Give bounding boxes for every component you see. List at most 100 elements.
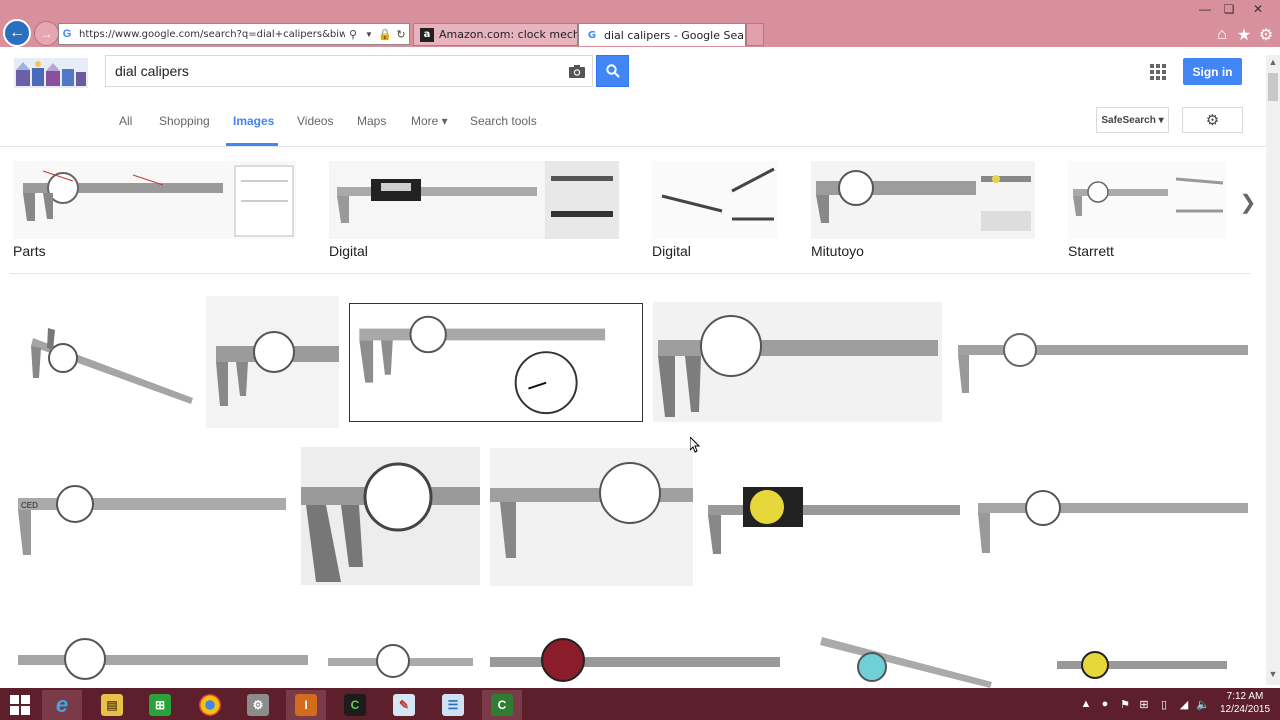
amazon-icon: a (420, 27, 434, 42)
url-text[interactable]: https://www.google.com/search?q=dial+cal… (75, 29, 345, 40)
related-label-mitutoyo[interactable]: Mitutoyo (811, 243, 864, 259)
image-result[interactable] (13, 288, 196, 436)
google-doodle-logo[interactable] (14, 58, 88, 88)
windows-start-icon[interactable] (0, 690, 40, 720)
image-result[interactable]: CED (13, 470, 289, 563)
new-tab-button[interactable] (746, 23, 764, 46)
starrett-caliper-image (1068, 161, 1226, 239)
yellow-dial-caliper-image (703, 459, 963, 575)
file-explorer-icon[interactable]: ▤ (92, 690, 132, 720)
image-result[interactable] (490, 448, 693, 586)
tab-search-tools[interactable]: Search tools (463, 114, 553, 146)
pro-app-icon[interactable]: I (286, 690, 326, 720)
page-scrollbar[interactable]: ▲ ▼ (1266, 55, 1280, 685)
clock-time: 7:12 AM (1226, 691, 1264, 702)
signal-icon[interactable]: ◢ (1177, 697, 1191, 711)
tab-title: dial calipers - Google Search (604, 28, 746, 42)
google-icon: G (587, 29, 597, 41)
tab-shopping[interactable]: Shopping (152, 114, 226, 146)
related-thumb-starrett[interactable] (1068, 161, 1226, 239)
image-result[interactable] (953, 318, 1252, 407)
search-icon[interactable]: ⚲ (345, 26, 361, 42)
settings-gear-icon[interactable]: ⚙ (1256, 25, 1276, 45)
related-label-parts[interactable]: Parts (13, 243, 46, 259)
refresh-icon[interactable]: ↻ (393, 26, 409, 42)
c-app-2-icon[interactable]: C (482, 690, 522, 720)
related-thumb-digital-2[interactable] (652, 161, 777, 239)
back-button[interactable]: ← (3, 19, 31, 47)
gear-icon: ⚙ (1205, 112, 1220, 129)
yellow-dial-caliper-image (1047, 597, 1234, 688)
battery-icon[interactable]: ▯ (1157, 697, 1171, 711)
scroll-down-icon[interactable]: ▼ (1266, 667, 1280, 681)
camera-icon[interactable] (562, 64, 592, 78)
utility-icon[interactable]: ⚙ (238, 690, 278, 720)
sign-in-button[interactable]: Sign in (1183, 58, 1242, 85)
image-result[interactable] (323, 630, 475, 688)
c-app-icon[interactable]: C (335, 690, 375, 720)
dial-caliper-image (323, 630, 475, 688)
arrow-left-icon: ← (9, 24, 25, 41)
chevron-right-icon[interactable]: ❯ (1238, 190, 1258, 214)
tray-expand-icon[interactable]: ▲ (1079, 697, 1093, 711)
image-result[interactable] (206, 296, 339, 428)
related-thumb-digital-1[interactable] (329, 161, 619, 239)
image-result[interactable] (13, 627, 312, 688)
svg-text:CED: CED (21, 501, 38, 510)
browser-tab-amazon[interactable]: a Amazon.com: clock mechanism (413, 23, 578, 46)
search-box[interactable]: dial calipers (105, 55, 593, 87)
image-result[interactable] (653, 302, 942, 422)
image-settings-button[interactable]: ⚙ (1182, 107, 1243, 133)
chrome-icon[interactable] (190, 690, 230, 720)
mitutoyo-caliper-image (811, 161, 1035, 239)
flag-icon[interactable]: ⚑ (1118, 697, 1132, 711)
volume-icon[interactable]: 🔈 (1196, 697, 1210, 711)
image-result[interactable] (485, 627, 783, 688)
related-label-digital-1[interactable]: Digital (329, 243, 368, 259)
search-query-input[interactable]: dial calipers (106, 63, 562, 79)
image-result[interactable] (301, 447, 480, 585)
favorites-star-icon[interactable]: ★ (1234, 25, 1254, 45)
teal-dial-caliper-image (812, 597, 999, 688)
related-thumb-mitutoyo[interactable] (811, 161, 1035, 239)
close-window-button[interactable]: ✕ (1243, 0, 1273, 18)
dial-caliper-image (953, 318, 1252, 407)
image-result[interactable] (973, 475, 1252, 559)
related-label-digital-2[interactable]: Digital (652, 243, 691, 259)
related-thumb-parts[interactable] (13, 161, 296, 239)
dial-caliper-image (973, 475, 1252, 559)
internet-explorer-icon[interactable]: e (42, 690, 82, 720)
apps-grid-icon[interactable] (1150, 64, 1166, 80)
tab-all[interactable]: All (112, 114, 152, 146)
image-result[interactable] (703, 459, 963, 575)
notepad-icon[interactable]: ☰ (433, 690, 473, 720)
dropdown-icon[interactable]: ▼ (361, 26, 377, 42)
safesearch-button[interactable]: SafeSearch ▾ (1096, 107, 1169, 133)
store-icon[interactable]: ⊞ (140, 690, 180, 720)
scroll-thumb[interactable] (1268, 73, 1278, 101)
related-label-starrett[interactable]: Starrett (1068, 243, 1114, 259)
tab-maps[interactable]: Maps (350, 114, 404, 146)
home-icon[interactable]: ⌂ (1212, 25, 1232, 45)
chrome-tray-icon[interactable]: ● (1098, 697, 1112, 711)
image-result[interactable] (812, 597, 999, 688)
dial-caliper-image (13, 627, 312, 688)
lock-icon[interactable]: 🔒 (377, 26, 393, 42)
paint-icon[interactable]: ✎ (384, 690, 424, 720)
restore-button[interactable]: ❏ (1214, 0, 1244, 18)
image-result-selected[interactable] (349, 303, 643, 422)
address-bar[interactable]: G https://www.google.com/search?q=dial+c… (58, 23, 410, 45)
forward-button[interactable]: → (34, 21, 59, 46)
tab-title: Amazon.com: clock mechanism (439, 28, 578, 41)
tab-videos[interactable]: Videos (290, 114, 350, 146)
scroll-up-icon[interactable]: ▲ (1266, 55, 1280, 69)
windows-tray-icon[interactable]: ⊞ (1137, 697, 1151, 711)
tab-more[interactable]: More ▾ (404, 114, 463, 146)
search-button[interactable] (596, 55, 629, 87)
mitutoyo-caliper-image (653, 302, 942, 422)
clock-date: 12/24/2015 (1219, 704, 1271, 715)
image-result[interactable] (1047, 597, 1234, 688)
browser-tab-google[interactable]: G dial calipers - Google Search ✕ (578, 23, 746, 46)
taskbar-clock[interactable]: 7:12 AM 12/24/2015 (1214, 690, 1276, 716)
tab-images[interactable]: Images (226, 114, 278, 146)
